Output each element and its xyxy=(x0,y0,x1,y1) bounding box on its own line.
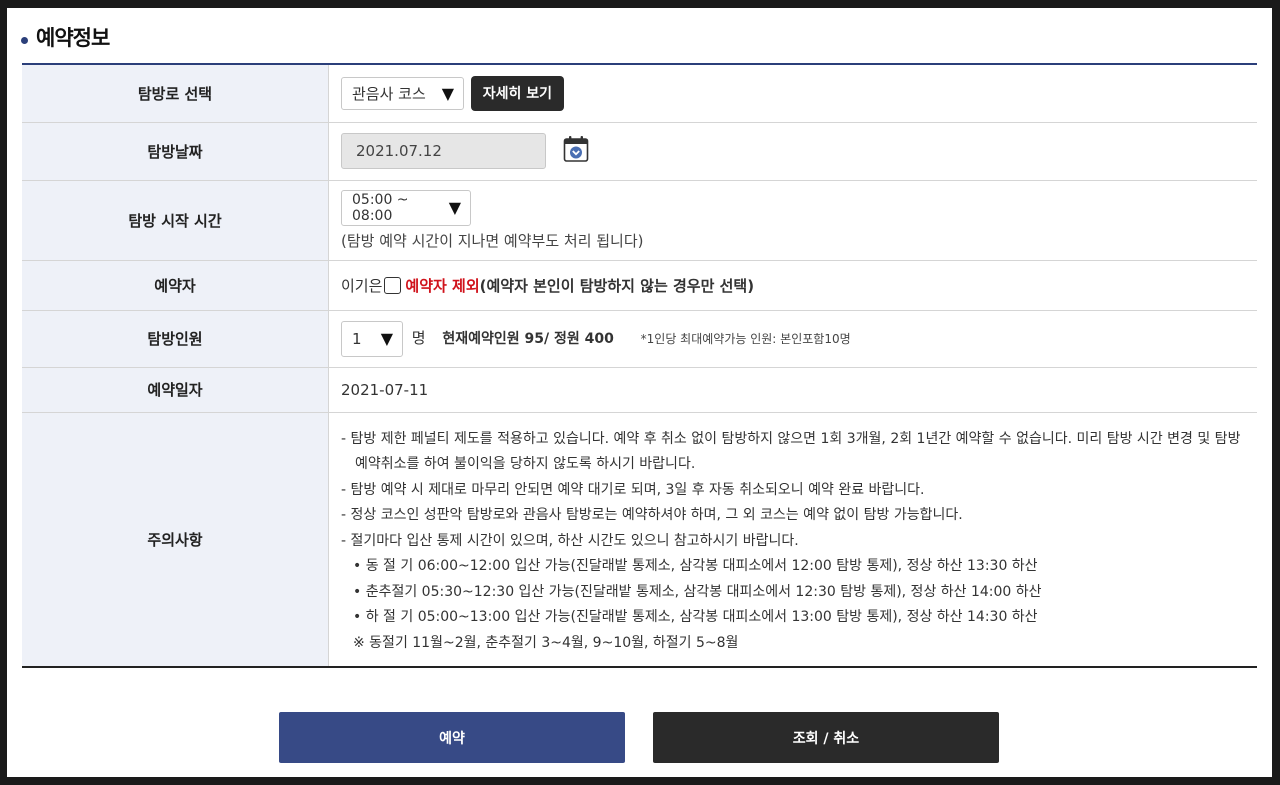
notice-line: • 하 절 기 05:00~13:00 입산 가능(진달래밭 통제소, 삼각봉 … xyxy=(353,609,1038,625)
people-select-value: 1 xyxy=(352,329,362,348)
row-people: 탐방인원 1 ▼ 명 현재예약인원 95/ 정원 400 *1인당 최대예약가능… xyxy=(22,310,1257,367)
calendar-icon[interactable] xyxy=(563,135,589,167)
trail-select[interactable]: 관음사 코스 ▼ xyxy=(341,76,464,110)
dropdown-arrow-icon: ▼ xyxy=(380,329,393,348)
time-select-value: 05:00 ~ 08:00 xyxy=(352,191,409,224)
trail-detail-button[interactable]: 자세히 보기 xyxy=(470,75,565,111)
notice-line: - 탐방 예약 시 제대로 마무리 안되면 예약 대기로 되며, 3일 후 자동… xyxy=(341,481,925,498)
lookup-cancel-button[interactable]: 조회 / 취소 xyxy=(653,712,999,763)
exclude-checkbox[interactable] xyxy=(384,276,402,294)
reserve-button[interactable]: 예약 xyxy=(279,712,625,763)
row-trail: 탐방로 선택 관음사 코스 ▼ 자세히 보기 xyxy=(22,64,1257,122)
reserver-name: 이기은 xyxy=(341,276,383,295)
row-reserver: 예약자 이기은 예약자 제외(예약자 본인이 탐방하지 않는 경우만 선택) xyxy=(22,260,1257,310)
notice-label: 주의사항 xyxy=(22,412,329,667)
row-reserve-date: 예약일자 2021-07-11 xyxy=(22,367,1257,412)
dropdown-arrow-icon: ▼ xyxy=(448,198,461,217)
time-hint: (탐방 예약 시간이 지나면 예약부도 처리 됩니다) xyxy=(341,231,644,250)
reservation-form-table: 탐방로 선택 관음사 코스 ▼ 자세히 보기 탐방날짜 2021.07.12 탐… xyxy=(22,63,1257,668)
row-time: 탐방 시작 시간 05:00 ~ 08:00 ▼ (탐방 예약 시간이 지나면 … xyxy=(22,180,1257,260)
notice-line: • 동 절 기 06:00~12:00 입산 가능(진달래밭 통제소, 삼각봉 … xyxy=(353,558,1038,574)
people-unit: 명 xyxy=(411,329,426,347)
section-header: 예약정보 xyxy=(21,22,110,52)
notice-line: - 탐방 제한 페널티 제도를 적용하고 있습니다. 예약 후 취소 없이 탐방… xyxy=(341,430,1241,447)
row-date: 탐방날짜 2021.07.12 xyxy=(22,122,1257,180)
date-field[interactable]: 2021.07.12 xyxy=(341,133,546,169)
time-cell: 05:00 ~ 08:00 ▼ (탐방 예약 시간이 지나면 예약부도 처리 됩… xyxy=(329,180,1258,260)
date-label: 탐방날짜 xyxy=(22,122,329,180)
trail-label: 탐방로 선택 xyxy=(22,64,329,122)
time-select[interactable]: 05:00 ~ 08:00 ▼ xyxy=(341,189,471,226)
notice-cell: - 탐방 제한 페널티 제도를 적용하고 있습니다. 예약 후 취소 없이 탐방… xyxy=(329,412,1258,667)
bullet-icon xyxy=(21,36,28,44)
exclude-label: 예약자 제외 xyxy=(405,276,480,295)
people-note: *1인당 최대예약가능 인원: 본인포함10명 xyxy=(640,332,851,346)
people-select[interactable]: 1 ▼ xyxy=(341,320,403,357)
notice-line: 예약취소를 하여 불이익을 당하지 않도록 하시기 바랍니다. xyxy=(355,456,696,472)
people-status: 현재예약인원 95/ 정원 400 xyxy=(442,331,614,347)
trail-cell: 관음사 코스 ▼ 자세히 보기 xyxy=(329,64,1258,122)
exclude-description: (예약자 본인이 탐방하지 않는 경우만 선택) xyxy=(479,276,755,295)
reserve-date-value: 2021-07-11 xyxy=(341,380,429,399)
notice-list: - 탐방 제한 페널티 제도를 적용하고 있습니다. 예약 후 취소 없이 탐방… xyxy=(341,413,1245,667)
notice-line: ※ 동절기 11월~2월, 춘추절기 3~4월, 9~10월, 하절기 5~8월 xyxy=(353,634,739,651)
row-notice: 주의사항 - 탐방 제한 페널티 제도를 적용하고 있습니다. 예약 후 취소 … xyxy=(22,412,1257,667)
reservation-panel: 예약정보 탐방로 선택 관음사 코스 ▼ 자세히 보기 탐방날짜 2021.07… xyxy=(7,8,1272,777)
time-label: 탐방 시작 시간 xyxy=(22,180,329,260)
people-label: 탐방인원 xyxy=(22,310,329,367)
reserver-cell: 이기은 예약자 제외(예약자 본인이 탐방하지 않는 경우만 선택) xyxy=(329,260,1258,310)
trail-select-value: 관음사 코스 xyxy=(352,84,426,103)
dropdown-arrow-icon: ▼ xyxy=(441,83,454,103)
date-cell: 2021.07.12 xyxy=(329,122,1258,180)
reserver-label: 예약자 xyxy=(22,260,329,310)
people-cell: 1 ▼ 명 현재예약인원 95/ 정원 400 *1인당 최대예약가능 인원: … xyxy=(329,310,1258,367)
notice-line: - 정상 코스인 성판악 탐방로와 관음사 탐방로는 예약하셔야 하며, 그 외… xyxy=(341,507,963,523)
reserve-date-label: 예약일자 xyxy=(22,367,329,412)
page-title: 예약정보 xyxy=(36,26,110,50)
notice-line: • 춘추절기 05:30~12:30 입산 가능(진달래밭 통제소, 삼각봉 대… xyxy=(353,583,1042,600)
notice-line: - 절기마다 입산 통제 시간이 있으며, 하산 시간도 있으니 참고하시기 바… xyxy=(341,532,799,549)
